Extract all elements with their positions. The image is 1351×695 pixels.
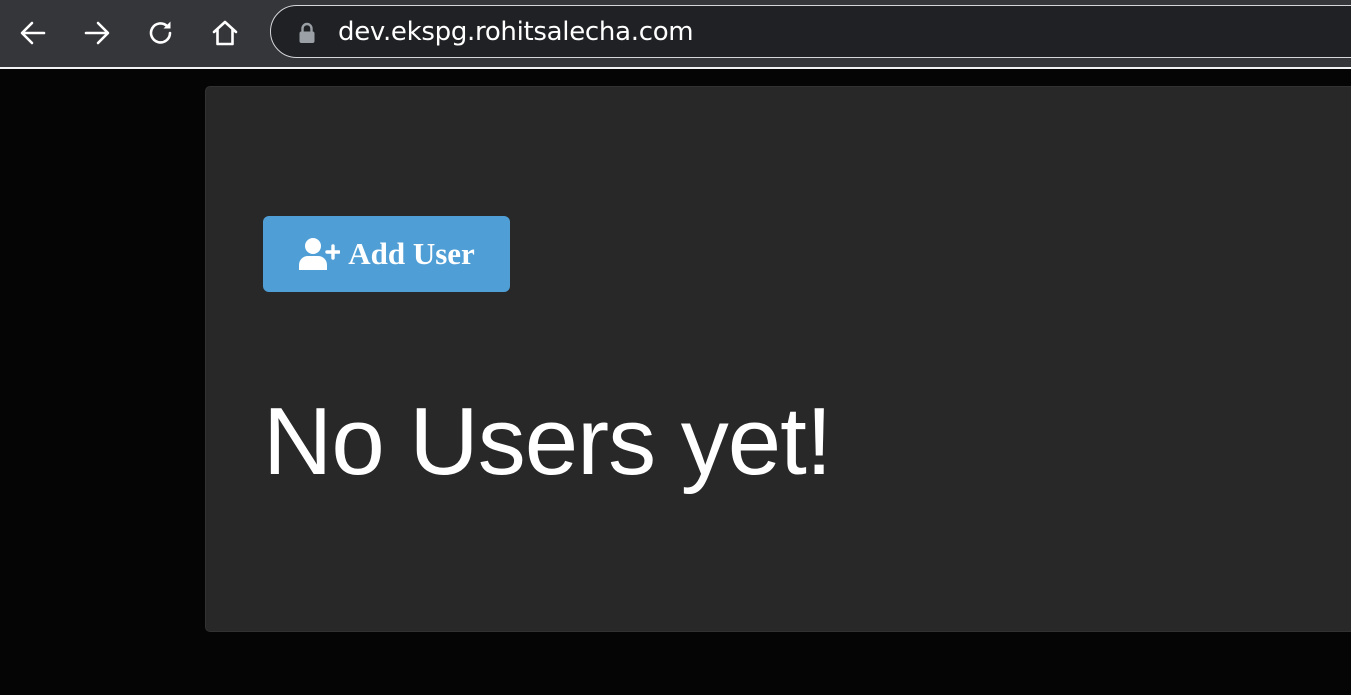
address-bar[interactable]: dev.ekspg.rohitsalecha.com bbox=[270, 5, 1351, 58]
add-user-button[interactable]: Add User bbox=[263, 216, 510, 292]
user-plus-icon bbox=[299, 238, 341, 270]
forward-button[interactable] bbox=[77, 13, 117, 53]
back-button[interactable] bbox=[13, 13, 53, 53]
users-card: Add User No Users yet! bbox=[205, 86, 1351, 632]
url-text: dev.ekspg.rohitsalecha.com bbox=[338, 17, 694, 47]
add-user-button-label: Add User bbox=[348, 236, 475, 271]
page-content: Add User No Users yet! bbox=[0, 69, 1351, 695]
home-icon bbox=[212, 20, 238, 46]
arrow-right-icon bbox=[84, 21, 110, 45]
home-button[interactable] bbox=[205, 13, 245, 53]
browser-toolbar: dev.ekspg.rohitsalecha.com bbox=[0, 0, 1351, 67]
reload-button[interactable] bbox=[141, 13, 181, 53]
reload-icon bbox=[149, 21, 172, 44]
arrow-left-icon bbox=[20, 21, 46, 45]
lock-icon bbox=[299, 22, 315, 43]
empty-state-message: No Users yet! bbox=[263, 388, 832, 495]
